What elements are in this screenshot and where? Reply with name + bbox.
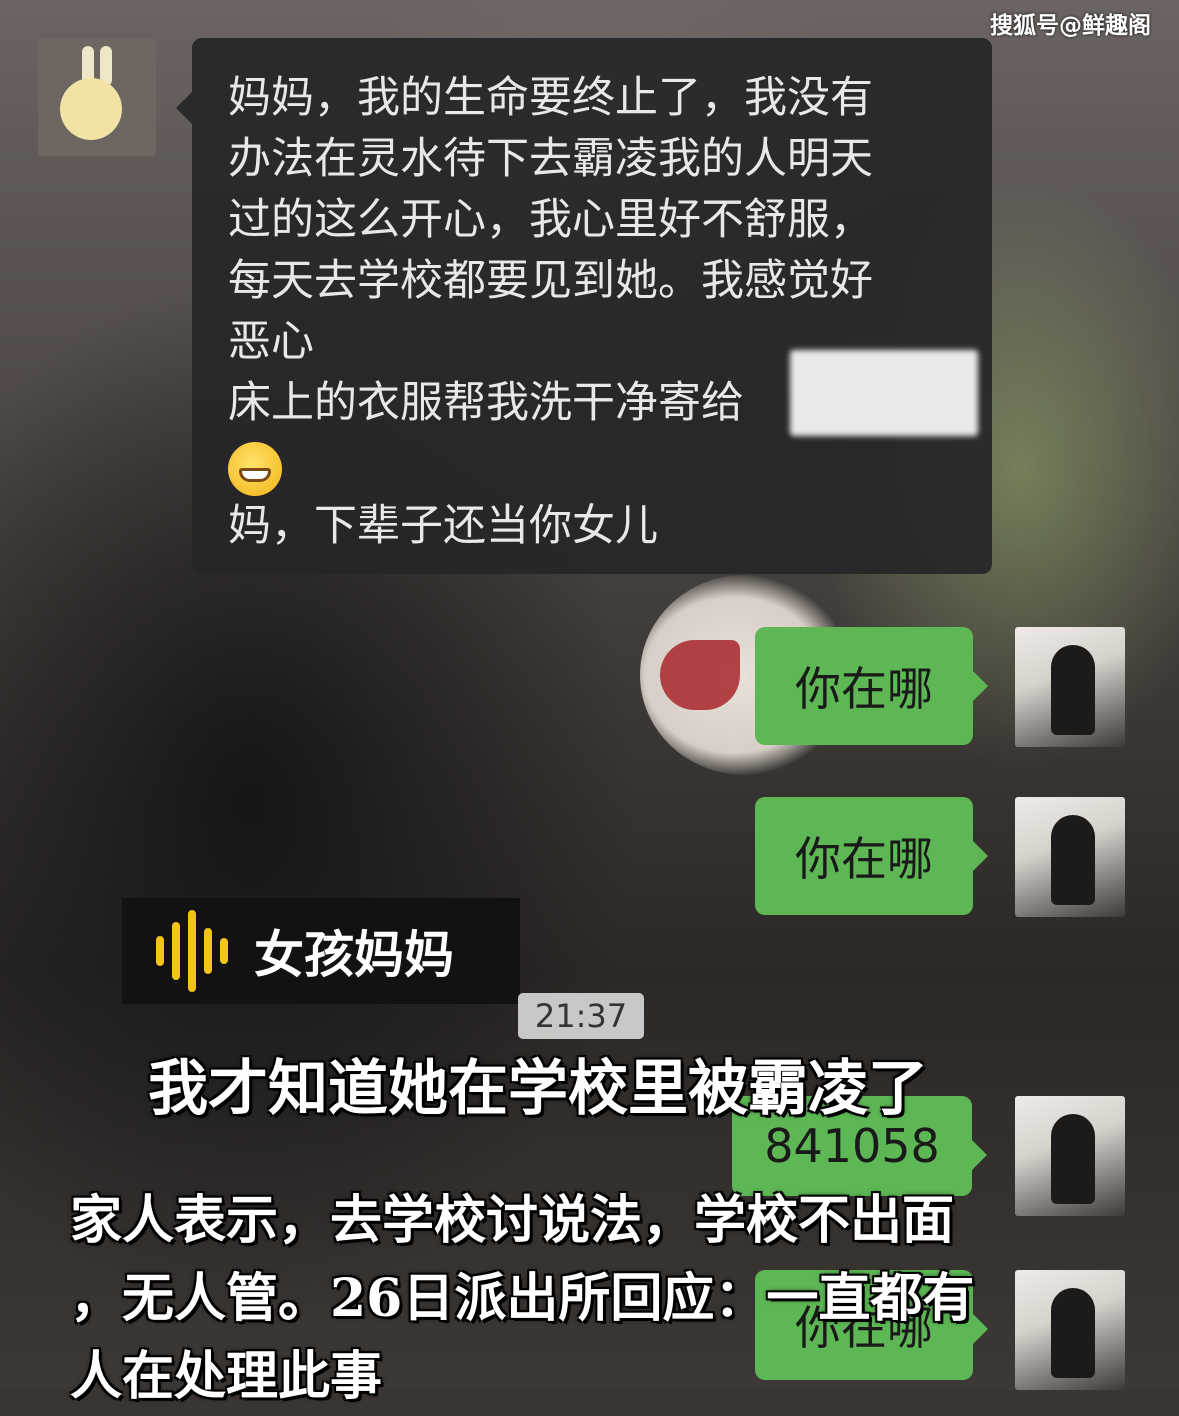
watermark: 搜狐号@鲜趣阁 xyxy=(990,13,1151,39)
user-avatar[interactable] xyxy=(1015,627,1125,747)
audio-wave-icon xyxy=(156,910,228,992)
mask-mouth xyxy=(660,640,740,710)
speaker-label: 女孩妈妈 xyxy=(122,898,520,1004)
subtitle-headline: 我才知道她在学校里被霸凌了 xyxy=(148,1054,928,1124)
caption-line: ，无人管。26日派出所回应：一直都有 xyxy=(70,1268,975,1329)
rabbit-face-icon xyxy=(60,78,122,140)
user-photo-icon xyxy=(1051,815,1095,905)
message-line: 过的这么开心，我心里好不舒服， xyxy=(228,195,873,245)
caption-line: 家人表示，去学校讨说法，学校不出面 xyxy=(70,1190,955,1251)
outgoing-message-bubble[interactable]: 你在哪 xyxy=(755,797,988,915)
message-line: 每天去学校都要见到她。我感觉好 xyxy=(228,256,873,306)
chat-timestamp: 21:37 xyxy=(518,993,644,1039)
incoming-message-bubble[interactable]: 妈妈，我的生命要终止了，我没有 办法在灵水待下去霸凌我的人明天 过的这么开心，我… xyxy=(176,38,992,574)
grinning-face-icon xyxy=(228,441,282,496)
message-line: 办法在灵水待下去霸凌我的人明天 xyxy=(228,134,873,184)
user-avatar[interactable] xyxy=(1015,797,1125,917)
outgoing-message-bubble[interactable]: 你在哪 xyxy=(755,627,988,745)
subtitle-caption: 家人表示，去学校讨说法，学校不出面 ，无人管。26日派出所回应：一直都有 人在处… xyxy=(70,1182,1140,1416)
caption-line: 人在处理此事 xyxy=(70,1346,383,1407)
user-photo-icon xyxy=(1051,645,1095,735)
emoji-line xyxy=(228,434,958,496)
speaker-name: 女孩妈妈 xyxy=(254,925,454,984)
message-line: 妈妈，我的生命要终止了，我没有 xyxy=(228,73,873,123)
sender-avatar[interactable] xyxy=(38,38,156,156)
message-line: 妈，下辈子还当你女儿 xyxy=(228,500,658,551)
redacted-blur xyxy=(790,350,978,436)
